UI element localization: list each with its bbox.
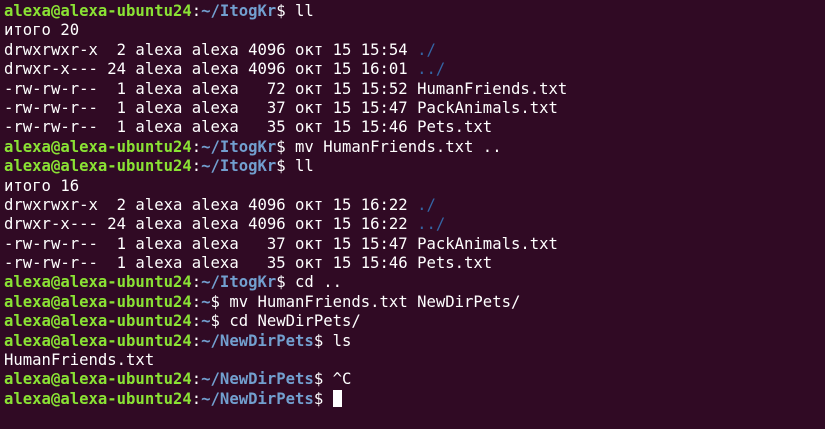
prompt-user-host: alexa@alexa-ubuntu24 [4, 312, 192, 331]
prompt-path: ~/ItogKr [201, 2, 277, 20]
ls-entry-info: -rw-rw-r-- 1 alexa alexa 37 окт 15 15:47 [4, 98, 418, 117]
command-text: ll [285, 2, 314, 20]
terminal-window[interactable]: alexa@alexa-ubuntu24:~/ItogKr$ ll итого 2… [0, 0, 825, 429]
prompt-line: alexa@alexa-ubuntu24:~/ItogKr$ mv HumanF… [4, 138, 825, 157]
output-text: HumanFriends.txt [4, 351, 155, 370]
ls-entry-info: -rw-rw-r-- 1 alexa alexa 35 окт 15 15:46 [4, 254, 418, 273]
ls-entry-info: drwxrwxr-x 2 alexa alexa 4096 окт 15 16:… [4, 195, 418, 214]
output-line: -rw-rw-r-- 1 alexa alexa 72 окт 15 15:52… [4, 80, 825, 99]
ls-entry-info: drwxr-x--- 24 alexa alexa 4096 окт 15 16… [4, 60, 418, 79]
prompt-path: ~/ItogKr [201, 157, 277, 176]
prompt-user-host: alexa@alexa-ubuntu24 [4, 137, 192, 156]
prompt-dollar: $ [210, 312, 220, 331]
prompt-path: ~/NewDirPets [201, 389, 314, 408]
prompt-dollar: $ [313, 331, 324, 350]
prompt-line: alexa@alexa-ubuntu24:~/ItogKr$ ll [4, 157, 825, 176]
prompt-line: alexa@alexa-ubuntu24:~$ mv HumanFriends.… [4, 293, 825, 312]
prompt-user-host: alexa@alexa-ubuntu24 [4, 389, 192, 408]
ls-dir-name: ../ [417, 215, 446, 234]
prompt-path: ~/NewDirPets [201, 331, 314, 350]
prompt-path: ~/ItogKr [201, 273, 277, 292]
command-text: cd NewDirPets/ [219, 312, 361, 331]
prompt-path: ~ [201, 312, 211, 331]
output-line: drwxrwxr-x 2 alexa alexa 4096 окт 15 15:… [4, 41, 825, 60]
prompt-path: ~/NewDirPets [201, 370, 314, 389]
prompt-user-host: alexa@alexa-ubuntu24 [4, 292, 192, 311]
text-cursor[interactable] [332, 389, 342, 407]
output-text: итого 16 [4, 176, 80, 195]
ls-file-name: PackAnimals.txt [417, 234, 558, 253]
ls-entry-info: -rw-rw-r-- 1 alexa alexa 72 окт 15 15:52 [4, 79, 418, 98]
ls-entry-info: -rw-rw-r-- 1 alexa alexa 37 окт 15 15:47 [4, 234, 418, 253]
prompt-dollar: $ [276, 273, 286, 292]
prompt-colon: : [191, 389, 202, 408]
output-line: -rw-rw-r-- 1 alexa alexa 35 окт 15 15:46… [4, 254, 825, 273]
output-line: итого 20 [4, 21, 825, 40]
prompt-line: alexa@alexa-ubuntu24:~/NewDirPets$ [4, 389, 825, 409]
prompt-dollar: $ [276, 157, 286, 176]
prompt-path: ~/ItogKr [201, 137, 277, 156]
prompt-colon: : [191, 331, 202, 350]
prompt-dollar: $ [313, 370, 324, 389]
prompt-colon: : [191, 273, 202, 292]
prompt-user-host: alexa@alexa-ubuntu24 [4, 2, 192, 20]
command-text: ^C [323, 370, 352, 389]
prompt-line: alexa@alexa-ubuntu24:~/ItogKr$ ll [4, 2, 825, 21]
output-line: drwxr-x--- 24 alexa alexa 4096 окт 15 16… [4, 215, 825, 234]
ls-file-name: HumanFriends.txt [417, 79, 568, 98]
ls-entry-info: drwxrwxr-x 2 alexa alexa 4096 окт 15 15:… [4, 40, 418, 59]
prompt-colon: : [191, 370, 202, 389]
command-text: mv HumanFriends.txt .. [285, 137, 502, 156]
prompt-dollar: $ [210, 292, 220, 311]
prompt-user-host: alexa@alexa-ubuntu24 [4, 273, 192, 292]
prompt-colon: : [191, 137, 202, 156]
prompt-user-host: alexa@alexa-ubuntu24 [4, 370, 192, 389]
prompt-colon: : [191, 157, 202, 176]
command-text: cd .. [285, 273, 342, 292]
ls-dir-name: ../ [417, 60, 446, 79]
output-line: drwxrwxr-x 2 alexa alexa 4096 окт 15 16:… [4, 196, 825, 215]
output-line: -rw-rw-r-- 1 alexa alexa 35 окт 15 15:46… [4, 118, 825, 137]
output-line: -rw-rw-r-- 1 alexa alexa 37 окт 15 15:47… [4, 99, 825, 118]
command-text [323, 390, 332, 408]
ls-file-name: Pets.txt [417, 118, 493, 137]
prompt-path: ~ [201, 292, 211, 311]
command-text: ls [323, 331, 352, 350]
command-text: ll [285, 157, 314, 176]
ls-dir-name: ./ [417, 40, 436, 59]
output-line: итого 16 [4, 177, 825, 196]
ls-entry-info: -rw-rw-r-- 1 alexa alexa 35 окт 15 15:46 [4, 118, 418, 137]
prompt-dollar: $ [276, 137, 286, 156]
ls-dir-name: ./ [417, 195, 436, 214]
prompt-dollar: $ [276, 2, 286, 20]
prompt-colon: : [191, 292, 202, 311]
ls-entry-info: drwxr-x--- 24 alexa alexa 4096 окт 15 16… [4, 215, 418, 234]
ls-file-name: PackAnimals.txt [417, 98, 558, 117]
output-line: -rw-rw-r-- 1 alexa alexa 37 окт 15 15:47… [4, 235, 825, 254]
prompt-colon: : [191, 2, 202, 20]
prompt-user-host: alexa@alexa-ubuntu24 [4, 331, 192, 350]
prompt-line: alexa@alexa-ubuntu24:~/ItogKr$ cd .. [4, 273, 825, 292]
output-line: HumanFriends.txt [4, 351, 825, 370]
prompt-dollar: $ [313, 389, 324, 408]
prompt-user-host: alexa@alexa-ubuntu24 [4, 157, 192, 176]
prompt-colon: : [191, 312, 202, 331]
output-text: итого 20 [4, 21, 80, 40]
prompt-line: alexa@alexa-ubuntu24:~/NewDirPets$ ^C [4, 370, 825, 389]
prompt-line: alexa@alexa-ubuntu24:~/NewDirPets$ ls [4, 332, 825, 351]
ls-file-name: Pets.txt [417, 254, 493, 273]
prompt-line: alexa@alexa-ubuntu24:~$ cd NewDirPets/ [4, 312, 825, 331]
output-line: drwxr-x--- 24 alexa alexa 4096 окт 15 16… [4, 60, 825, 79]
command-text: mv HumanFriends.txt NewDirPets/ [219, 292, 521, 311]
